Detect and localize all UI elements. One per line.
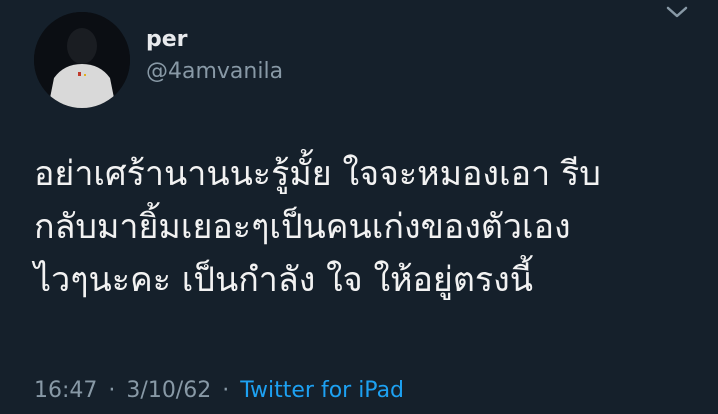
display-name[interactable]: per bbox=[146, 26, 188, 54]
more-options-button[interactable] bbox=[662, 2, 692, 24]
tweet-text: อย่าเศร้านานนะรู้มั้ย ใจจะหมองเอา รีบ กล… bbox=[34, 148, 694, 307]
meta-separator: · bbox=[222, 378, 230, 403]
username[interactable]: @4amvanila bbox=[146, 58, 283, 86]
avatar-image bbox=[34, 12, 130, 108]
chevron-down-icon bbox=[666, 6, 688, 18]
tweet-meta: 16:47 · 3/10/62 · Twitter for iPad bbox=[34, 376, 404, 406]
meta-separator: · bbox=[108, 378, 116, 403]
tweet-card: per @4amvanila อย่าเศร้านานนะรู้มั้ย ใจจ… bbox=[0, 0, 718, 414]
avatar[interactable] bbox=[34, 12, 130, 108]
tweet-line: ไวๆนะคะ เป็นกำลัง ใจ ให้อยู่ตรงนี้ bbox=[34, 260, 534, 300]
tweet-line: กลับมายิ้มเยอะๆเป็นคนเก่งของตัวเอง bbox=[34, 207, 571, 247]
tweet-date[interactable]: 3/10/62 bbox=[126, 378, 211, 403]
tweet-source-link[interactable]: Twitter for iPad bbox=[240, 378, 404, 403]
tweet-time[interactable]: 16:47 bbox=[34, 378, 97, 403]
tweet-line: อย่าเศร้านานนะรู้มั้ย ใจจะหมองเอา รีบ bbox=[34, 154, 601, 194]
